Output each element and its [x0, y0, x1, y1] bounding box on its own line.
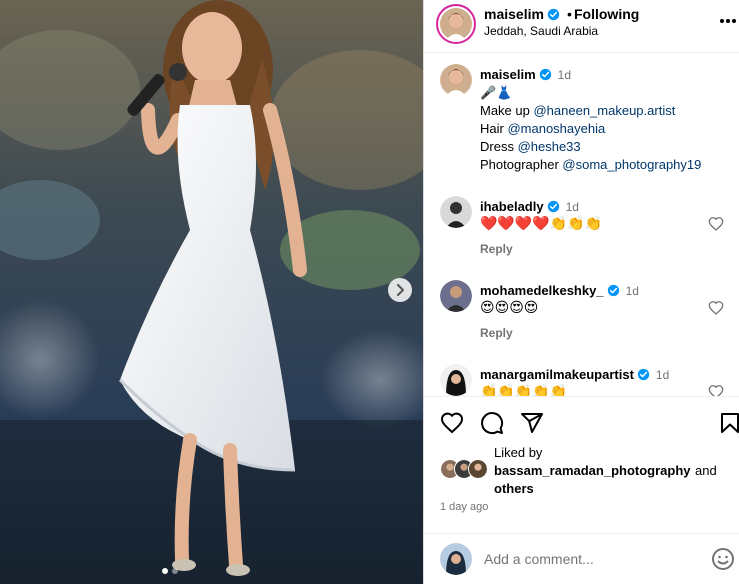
comment-text: ❤️❤️❤️❤️👏👏👏 [480, 215, 603, 231]
mention-link[interactable]: @haneen_makeup.artist [533, 103, 675, 118]
comment-item: ihabeladly 1d ❤️❤️❤️❤️👏👏👏 Reply [424, 192, 739, 272]
comment-item: mohamedelkeshky_ 1d 😍😍😍😍 Reply [424, 278, 739, 358]
caption-avatar[interactable] [440, 64, 472, 96]
verified-badge-icon [547, 200, 559, 213]
mention-link[interactable]: @soma_photography19 [562, 157, 701, 172]
post-actions-section: Liked by bassam_ramadan_photography and … [424, 396, 739, 584]
liked-by-and: and [695, 463, 717, 478]
caption-username[interactable]: maiselim [480, 67, 536, 82]
reply-button[interactable]: Reply [480, 326, 513, 340]
comment-username[interactable]: mohamedelkeshky_ [480, 283, 604, 298]
add-comment-bar [424, 533, 739, 584]
liked-by-avatars[interactable] [440, 459, 492, 481]
carousel-next-button[interactable] [388, 278, 412, 302]
carousel-dot [172, 568, 178, 574]
comment-username[interactable]: manargamilmakeupartist [480, 367, 634, 382]
like-heart-icon[interactable] [440, 411, 464, 435]
caption-credit-photographer: Photographer @soma_photography19 [480, 156, 701, 174]
comment-time[interactable]: 1d [626, 284, 639, 298]
current-user-avatar [440, 543, 472, 575]
carousel-indicator [162, 568, 178, 574]
liked-by-label: Liked by [494, 445, 543, 460]
author-avatar-image [440, 8, 472, 40]
credit-label: Make up [480, 103, 534, 118]
carousel-dot-active [162, 568, 168, 574]
caption-avatar-image [440, 64, 472, 96]
comments-list[interactable]: maiselim 1d 🎤👗 Make up @haneen_makeup.art… [424, 54, 739, 396]
author-username-text[interactable]: maiselim [484, 6, 544, 22]
post-location[interactable]: Jeddah, Saudi Arabia [484, 24, 598, 38]
comment-time[interactable]: 1d [656, 368, 669, 382]
caption-emoji-line: 🎤👗 [480, 85, 513, 100]
save-bookmark-icon[interactable] [718, 411, 739, 435]
comment-bubble-icon[interactable] [480, 411, 504, 435]
commenter-avatar[interactable] [440, 364, 472, 396]
liker-avatar [468, 459, 488, 479]
following-button[interactable]: Following [574, 6, 639, 22]
comment-item: manargamilmakeupartist 1d 👏👏👏👏👏 [424, 362, 739, 396]
credit-label: Photographer [480, 157, 563, 172]
liked-by-username[interactable]: bassam_ramadan_photography [494, 463, 691, 478]
commenter-avatar[interactable] [440, 280, 472, 312]
verified-badge-icon [539, 68, 551, 81]
comment-text: 👏👏👏👏👏 [480, 383, 568, 396]
reply-button[interactable]: Reply [480, 242, 513, 256]
comment-text: 😍😍😍😍 [480, 299, 539, 315]
commenter-avatar-image [440, 280, 472, 312]
author-username[interactable]: maiselim [484, 6, 560, 22]
post-side-panel: maiselim • Following Jeddah, Saudi Arabi… [423, 0, 739, 584]
commenter-avatar[interactable] [440, 196, 472, 228]
mention-link[interactable]: @heshe33 [518, 139, 581, 154]
liker-avatar-image [469, 460, 487, 478]
like-comment-heart-icon[interactable] [708, 384, 724, 396]
post-header: maiselim • Following Jeddah, Saudi Arabi… [424, 0, 739, 53]
commenter-avatar-image [440, 364, 472, 396]
caption-credit-hair: Hair @manoshayehia [480, 120, 701, 138]
caption-credit-dress: Dress @heshe33 [480, 138, 701, 156]
post-image [0, 0, 423, 584]
like-comment-heart-icon[interactable] [708, 300, 724, 316]
post-timestamp[interactable]: 1 day ago [440, 501, 488, 513]
commenter-avatar-image [440, 196, 472, 228]
post-photo[interactable] [0, 0, 423, 584]
caption-body: 🎤👗 Make up @haneen_makeup.artist Hair @m… [480, 84, 701, 174]
comment-time[interactable]: 1d [566, 200, 579, 214]
verified-badge-icon [607, 284, 619, 297]
comment-username[interactable]: ihabeladly [480, 199, 544, 214]
header-separator: • [567, 6, 572, 22]
credit-label: Hair [480, 121, 508, 136]
caption-credit-makeup: Make up @haneen_makeup.artist [480, 102, 701, 120]
chevron-right-icon [397, 284, 404, 296]
more-horizontal-icon[interactable] [719, 18, 737, 24]
author-avatar[interactable] [436, 4, 476, 44]
verified-badge-icon [637, 368, 650, 381]
emoji-smiley-icon[interactable] [711, 547, 735, 571]
mention-link[interactable]: @manoshayehia [507, 121, 605, 136]
credit-label: Dress [480, 139, 518, 154]
caption-time[interactable]: 1d [558, 68, 571, 82]
like-comment-heart-icon[interactable] [708, 216, 724, 232]
verified-badge-icon [547, 8, 560, 21]
share-paper-plane-icon[interactable] [520, 411, 544, 435]
liked-by-others[interactable]: others [494, 481, 534, 496]
current-user-avatar-image [440, 543, 472, 575]
post-caption: maiselim 1d 🎤👗 Make up @haneen_makeup.art… [424, 54, 739, 184]
add-comment-input[interactable] [484, 551, 694, 567]
